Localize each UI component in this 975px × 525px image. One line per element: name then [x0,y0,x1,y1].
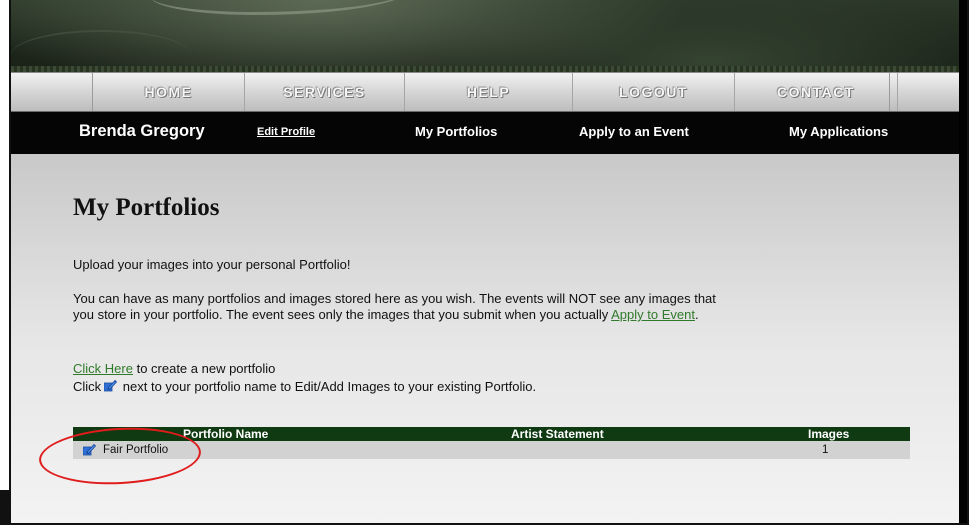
header-banner [11,0,967,72]
edit-instruction-prefix: Click [73,379,102,394]
apply-to-event-inline-link[interactable]: Apply to Event [611,307,695,322]
images-count-cell: 1 [822,444,829,456]
nav-edge [889,73,959,111]
header-images: Images [808,427,850,441]
click-here-link[interactable]: Click Here [73,361,133,376]
info-text: You can have as many portfolios and imag… [73,291,923,323]
user-name: Brenda Gregory [79,122,205,140]
intro-text: Upload your images into your personal Po… [73,257,351,272]
nav-edge [11,73,93,111]
info-line-1: You can have as many portfolios and imag… [73,291,716,306]
nav-help[interactable]: HELP [405,73,573,111]
edit-instruction-text: Click next to your portfolio name to Edi… [73,379,536,395]
user-bar: Brenda Gregory Edit Profile My Portfolio… [11,112,967,154]
nav-logout[interactable]: LOGOUT [573,73,735,111]
main-nav: HOME SERVICES HELP LOGOUT CONTACT [11,72,967,112]
highlight-circle [37,423,203,489]
edit-icon [103,379,118,392]
my-portfolios-link[interactable]: My Portfolios [415,124,497,139]
edit-instruction-suffix: next to your portfolio name to Edit/Add … [119,379,537,394]
info-suffix: . [694,307,699,322]
banner-swoosh [151,0,411,15]
create-portfolio-suffix: to create a new portfolio [132,361,276,376]
my-applications-link[interactable]: My Applications [789,124,888,139]
frame-edge [959,0,967,523]
nav-services[interactable]: SERVICES [245,73,405,111]
edit-profile-link[interactable]: Edit Profile [257,126,315,138]
nav-home[interactable]: HOME [93,73,245,111]
header-artist-statement: Artist Statement [511,427,604,441]
table-header: Portfolio Name Artist Statement Images [73,427,910,441]
create-portfolio-text: Click Here to create a new portfolio [73,361,275,377]
page-title: My Portfolios [73,194,220,221]
browser-frame: HOME SERVICES HELP LOGOUT CONTACT Brenda… [9,0,969,525]
header-portfolio-name: Portfolio Name [183,427,269,441]
nav-contact[interactable]: CONTACT [735,73,898,111]
apply-to-event-link[interactable]: Apply to an Event [579,124,689,139]
info-line-2: you store in your portfolio. The event s… [73,307,612,322]
